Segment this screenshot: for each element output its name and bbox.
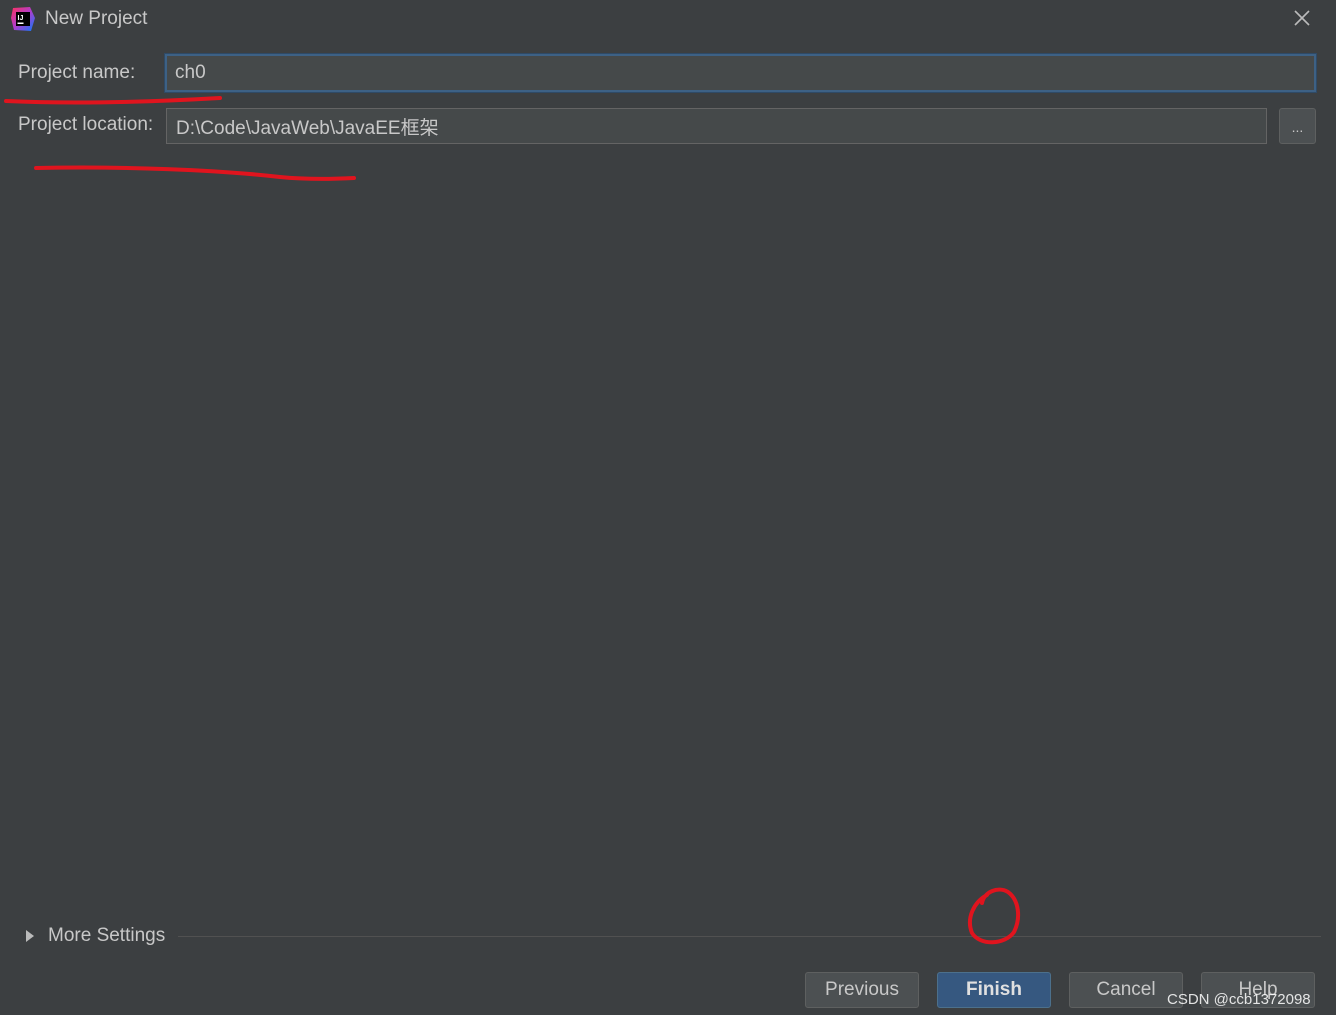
annotation-circle-finish [967,887,1021,945]
annotation-underline-project-name [4,96,222,105]
project-name-label: Project name: [18,62,136,83]
project-location-label: Project location: [18,114,154,135]
browse-location-button[interactable]: ... [1279,108,1316,144]
dialog-title: New Project [45,8,148,29]
svg-text:IJ: IJ [18,15,24,22]
new-project-dialog: IJ New Project Project name: Project loc… [0,0,1336,1015]
close-button[interactable] [1288,4,1316,32]
close-icon [1294,10,1310,26]
red-annotation-overlay [4,96,1021,945]
cancel-button[interactable]: Cancel [1069,972,1183,1008]
annotation-underline-project-location [34,165,356,181]
csdn-watermark: CSDN @ccb1372098 [1167,991,1311,1008]
more-settings-divider [178,936,1321,937]
previous-button[interactable]: Previous [805,972,919,1008]
title-bar: IJ New Project [0,0,1336,40]
intellij-idea-logo-icon: IJ [11,7,35,31]
project-location-input[interactable] [166,108,1267,144]
expand-triangle-icon [26,930,34,942]
project-name-input[interactable] [165,54,1316,92]
more-settings-label: More Settings [48,925,166,946]
more-settings-toggle[interactable]: More Settings [22,921,165,951]
finish-button[interactable]: Finish [937,972,1051,1008]
